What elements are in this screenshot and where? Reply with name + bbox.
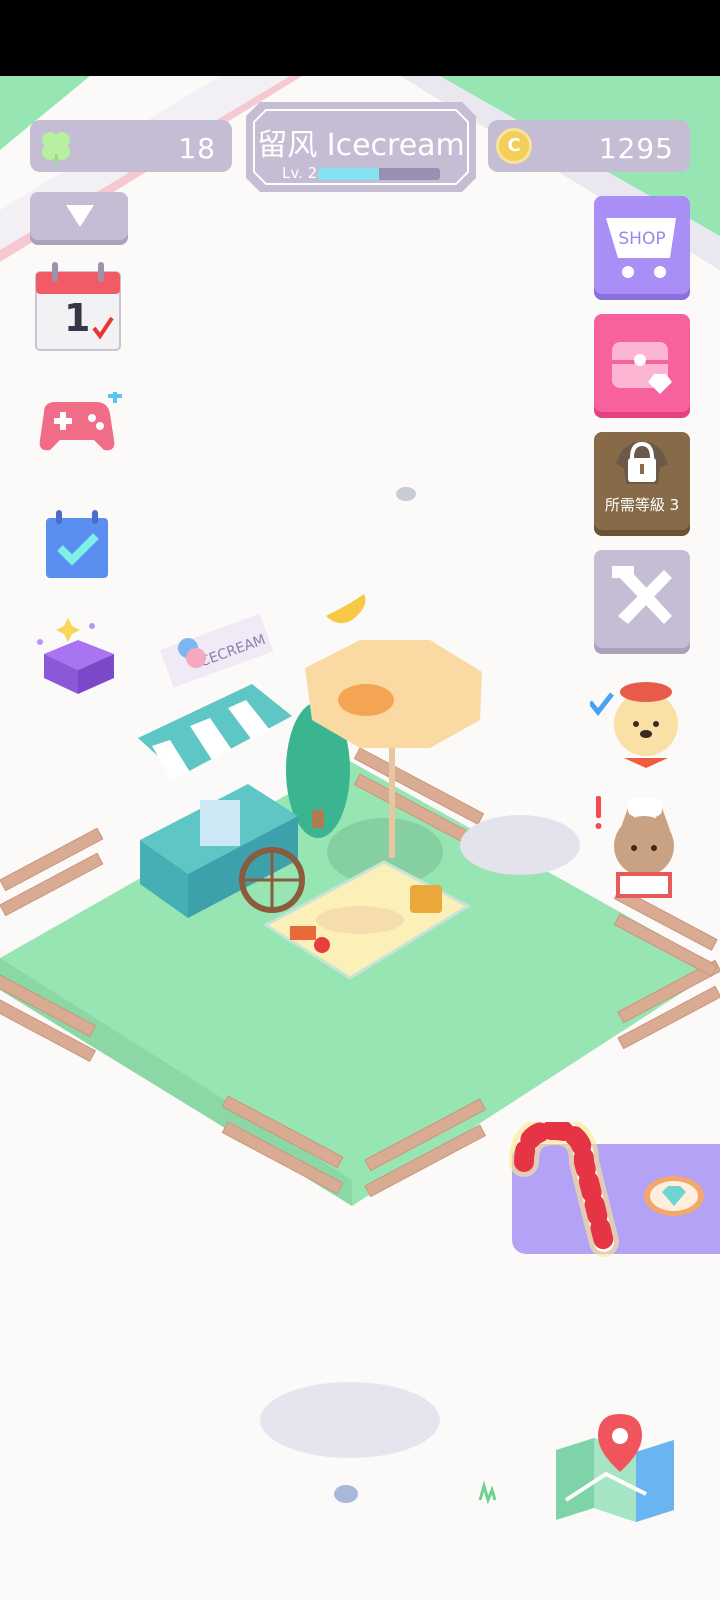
cat-avatar-icon xyxy=(595,796,674,898)
required-level-label: 所需等級 3 xyxy=(604,496,680,514)
gift-box-button[interactable] xyxy=(34,618,124,708)
calendar-day: 1 xyxy=(64,296,91,340)
coin-counter: 1295 xyxy=(488,120,690,172)
gift-box-icon xyxy=(37,618,114,694)
xp-progress-fill xyxy=(318,168,379,180)
picnic-basket xyxy=(410,885,442,913)
gamepad-icon xyxy=(39,389,122,451)
dog-avatar-icon xyxy=(588,682,678,768)
treasure-chest-button[interactable] xyxy=(594,314,690,412)
lock-icon xyxy=(616,441,668,484)
tools-icon xyxy=(612,566,672,624)
clover-count: 18 xyxy=(178,132,216,165)
dog-customer-avatar[interactable] xyxy=(588,672,690,782)
shop-name-plate[interactable]: 留风 Icecream Lv. 2 xyxy=(246,102,476,192)
coin-count: 1295 xyxy=(598,132,674,165)
cat-customer-avatar[interactable] xyxy=(592,790,692,900)
minigame-button[interactable] xyxy=(34,389,124,482)
collapse-menu-button[interactable] xyxy=(30,192,128,240)
chevron-down-icon xyxy=(66,205,94,227)
candy-cane-icon[interactable] xyxy=(504,1122,624,1262)
treasure-chest-icon xyxy=(612,342,672,394)
daily-calendar-button[interactable]: 1 xyxy=(34,262,124,352)
tasks-button[interactable] xyxy=(34,508,124,598)
map-icon[interactable] xyxy=(546,1410,686,1530)
shopping-cart-icon: SHOP xyxy=(606,218,676,278)
clover-icon xyxy=(42,132,70,164)
clover-counter: 18 xyxy=(30,120,232,172)
svg-text:SHOP: SHOP xyxy=(618,229,665,249)
diamond-icon[interactable] xyxy=(642,1172,706,1220)
cat-on-umbrella xyxy=(338,684,394,716)
outfit-button-locked[interactable]: 所需等級 3 xyxy=(594,432,690,530)
sleeping-dog xyxy=(316,906,404,934)
shop-button[interactable]: SHOP xyxy=(594,196,690,294)
build-tools-button[interactable] xyxy=(594,550,690,648)
xp-progress-bar xyxy=(318,168,440,180)
shop-title: 留风 Icecream xyxy=(257,128,465,163)
coin-icon xyxy=(496,128,532,164)
status-bar xyxy=(0,0,720,76)
checklist-icon xyxy=(46,510,108,578)
banana-peel xyxy=(326,594,366,624)
level-label: Lv. 2 xyxy=(282,164,318,182)
